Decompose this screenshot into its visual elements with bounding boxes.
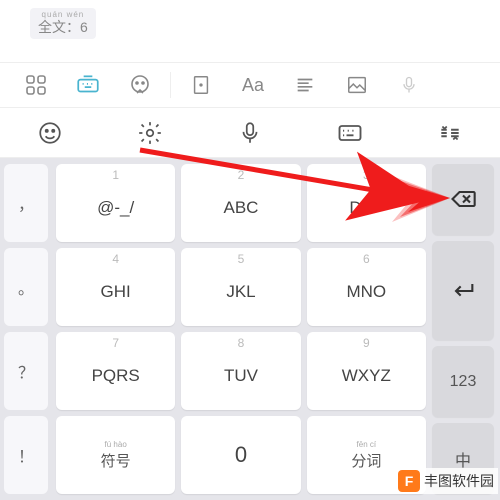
numeric-switch-key[interactable]: 123 bbox=[432, 346, 494, 417]
main-keys: 1@-_/ 2ABC 3DEF 4GHI 5JKL 6MNO 7PQRS 8TU… bbox=[52, 158, 430, 500]
face-robot-icon[interactable] bbox=[114, 73, 166, 97]
ime-toolbar bbox=[0, 108, 500, 158]
grid-icon[interactable] bbox=[10, 73, 62, 97]
collapse-icon[interactable] bbox=[400, 108, 500, 157]
gear-icon[interactable] bbox=[100, 108, 200, 157]
watermark-text: 丰图软件园 bbox=[424, 471, 494, 491]
question-key[interactable]: ？ bbox=[4, 332, 48, 410]
symbols-key[interactable]: fú hào符号 bbox=[56, 416, 175, 494]
key-0[interactable]: 0 bbox=[181, 416, 300, 494]
key-3-def[interactable]: 3DEF bbox=[307, 164, 426, 242]
editor-toolbar: Aa bbox=[0, 62, 500, 108]
candidate-badge[interactable]: quán wén 全文：6 bbox=[30, 8, 96, 39]
enter-key[interactable] bbox=[432, 241, 494, 340]
key-1[interactable]: 1@-_/ bbox=[56, 164, 175, 242]
keyboard: ， 。 ？ ！ 1@-_/ 2ABC 3DEF 4GHI 5JKL 6MNO 7… bbox=[0, 158, 500, 500]
key-8-tuv[interactable]: 8TUV bbox=[181, 332, 300, 410]
watermark: F 丰图软件园 bbox=[394, 468, 498, 494]
punctuation-column: ， 。 ？ ！ bbox=[0, 158, 52, 500]
image-icon[interactable] bbox=[331, 74, 383, 96]
keyboard-switch-icon[interactable] bbox=[62, 72, 114, 98]
key-7-pqrs[interactable]: 7PQRS bbox=[56, 332, 175, 410]
exclaim-key[interactable]: ！ bbox=[4, 416, 48, 494]
backspace-key[interactable] bbox=[432, 164, 494, 235]
comma-key[interactable]: ， bbox=[4, 164, 48, 242]
key-6-mno[interactable]: 6MNO bbox=[307, 248, 426, 326]
rect-icon[interactable] bbox=[175, 74, 227, 96]
key-5-jkl[interactable]: 5JKL bbox=[181, 248, 300, 326]
badge-main: 全文：6 bbox=[38, 20, 88, 34]
watermark-logo: F bbox=[398, 470, 420, 492]
align-icon[interactable] bbox=[279, 74, 331, 96]
badge-pinyin: quán wén bbox=[42, 11, 85, 19]
font-size-button[interactable]: Aa bbox=[227, 75, 279, 96]
emoji-icon[interactable] bbox=[0, 108, 100, 157]
mic-icon[interactable] bbox=[383, 75, 435, 95]
key-2-abc[interactable]: 2ABC bbox=[181, 164, 300, 242]
function-column: 123 中 bbox=[430, 158, 500, 500]
period-key[interactable]: 。 bbox=[4, 248, 48, 326]
mic-button[interactable] bbox=[200, 108, 300, 157]
divider bbox=[170, 72, 171, 98]
keyboard-icon[interactable] bbox=[300, 108, 400, 157]
key-9-wxyz[interactable]: 9WXYZ bbox=[307, 332, 426, 410]
key-4-ghi[interactable]: 4GHI bbox=[56, 248, 175, 326]
